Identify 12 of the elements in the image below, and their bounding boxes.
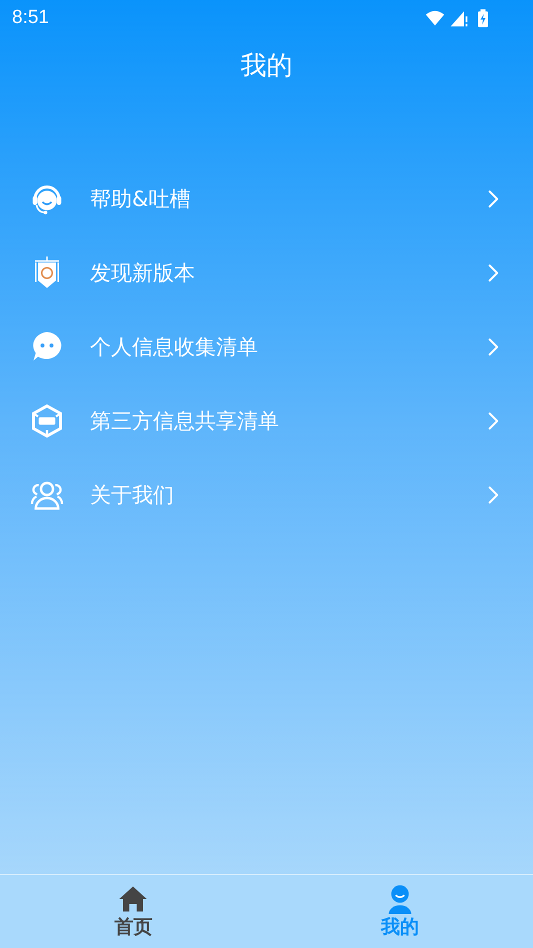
wifi-icon bbox=[425, 8, 445, 28]
home-icon bbox=[117, 884, 150, 914]
clock-time: 8:51 bbox=[12, 7, 49, 29]
hexagon-icon bbox=[29, 403, 65, 439]
menu-item[interactable]: 帮助&吐槽 bbox=[0, 162, 533, 236]
nav-tab[interactable]: 首页 bbox=[0, 875, 266, 948]
nav-tab[interactable]: 我的 bbox=[266, 875, 533, 948]
page-title: 我的 bbox=[240, 50, 292, 83]
menu-item[interactable]: 个人信息收集清单 bbox=[0, 310, 533, 384]
menu-item[interactable]: 第三方信息共享清单 bbox=[0, 384, 533, 458]
menu-item[interactable]: 发现新版本 bbox=[0, 236, 533, 310]
menu-item[interactable]: 关于我们 bbox=[0, 458, 533, 532]
